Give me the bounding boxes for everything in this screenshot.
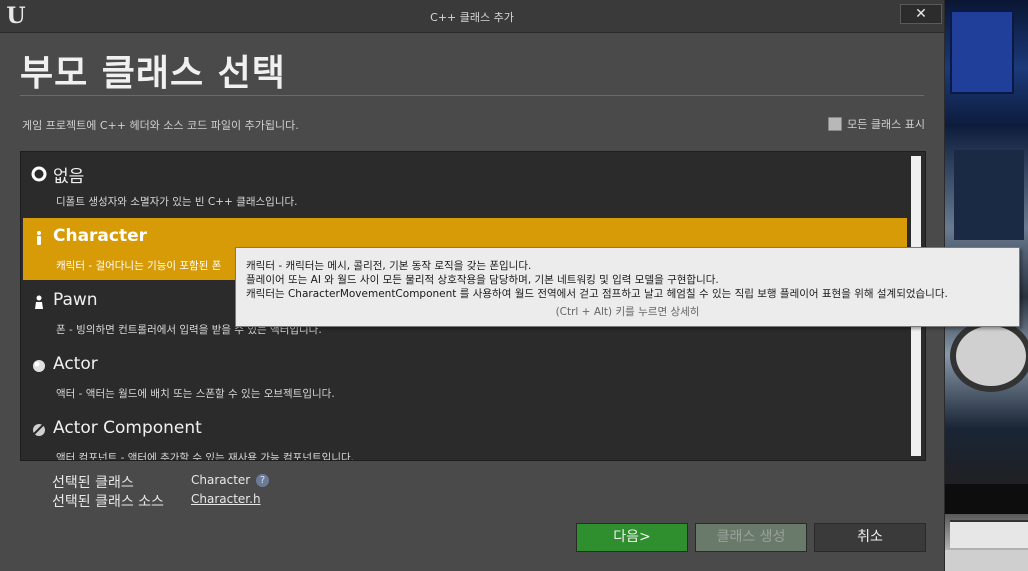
create-class-button[interactable]: 클래스 생성 [695, 523, 807, 552]
class-item-desc: 디폴트 생성자와 소멸자가 있는 빈 C++ 클래스입니다. [56, 196, 298, 208]
help-icon[interactable]: ? [256, 474, 270, 487]
tooltip-line: 캐릭터 - 캐릭터는 메시, 콜리전, 기본 동작 로직을 갖는 폰입니다. [246, 260, 532, 272]
close-button[interactable]: ✕ [900, 4, 942, 24]
cancel-button[interactable]: 취소 [814, 523, 926, 552]
show-all-label: 모든 클래스 표시 [847, 118, 925, 131]
viewport-scenery [950, 10, 1014, 94]
tooltip-line: 플레이어 또는 AI 와 월드 사이 모든 물리적 상호작용을 담당하며, 기본… [246, 274, 719, 286]
class-item-actor[interactable]: Actor 액터 - 액터는 월드에 배치 또는 스폰할 수 있는 오브젝트입니… [23, 346, 907, 408]
class-item-desc: 액터 컴포넌트 - 액터에 추가할 수 있는 재사용 가능 컴포넌트입니다. [56, 452, 354, 461]
selected-source-label: 선택된 클래스 소스 [52, 494, 164, 510]
next-button[interactable]: 다음> [576, 523, 688, 552]
class-item-none[interactable]: 없음 디폴트 생성자와 소멸자가 있는 빈 C++ 클래스입니다. [23, 154, 907, 216]
viewport-scenery [950, 320, 1028, 392]
viewport-scenery [954, 150, 1024, 240]
show-all-classes-toggle[interactable]: 모든 클래스 표시 [828, 116, 925, 132]
pawn-icon [35, 295, 43, 309]
character-icon [37, 231, 41, 245]
page-title: 부모 클래스 선택 [20, 53, 286, 94]
title-bar[interactable]: U C++ 클래스 추가 ✕ [0, 0, 944, 33]
tooltip-line: 캐릭터는 CharacterMovementComponent 를 사용하여 월… [246, 288, 948, 300]
title-divider [20, 95, 924, 96]
tooltip-hint: (Ctrl + Alt) 키를 누르면 상세히 [555, 306, 700, 318]
actor-icon [33, 360, 45, 372]
class-item-name: Pawn [53, 290, 98, 310]
class-tooltip: 캐릭터 - 캐릭터는 메시, 콜리전, 기본 동작 로직을 갖는 폰입니다. 플… [235, 247, 1020, 327]
class-item-name: Actor [53, 354, 98, 374]
selected-class-label: 선택된 클래스 [52, 475, 134, 491]
class-item-actor-component[interactable]: Actor Component 액터 컴포넌트 - 액터에 추가할 수 있는 재… [23, 410, 907, 461]
viewport-scenery [944, 484, 1028, 514]
class-item-name: 없음 [53, 167, 85, 187]
show-all-checkbox[interactable] [828, 117, 843, 131]
selected-class-name: Character [191, 473, 251, 487]
none-radio-icon [31, 166, 47, 182]
viewport-scenery [944, 550, 1028, 571]
class-item-name: Actor Component [53, 418, 202, 438]
class-item-desc: 액터 - 액터는 월드에 배치 또는 스폰할 수 있는 오브젝트입니다. [56, 388, 335, 400]
page-subtitle: 게임 프로젝트에 C++ 헤더와 소스 코드 파일이 추가됩니다. [22, 119, 299, 132]
window-title: C++ 클래스 추가 [430, 11, 514, 24]
selected-source-link[interactable]: Character.h [191, 492, 261, 506]
viewport-scenery [950, 520, 1028, 548]
actor-component-icon [33, 424, 45, 436]
selected-class-value: Character ? [191, 473, 270, 487]
class-item-name: Character [53, 226, 148, 246]
class-item-desc: 캐릭터 - 걸어다니는 기능이 포함된 폰 [56, 260, 222, 272]
